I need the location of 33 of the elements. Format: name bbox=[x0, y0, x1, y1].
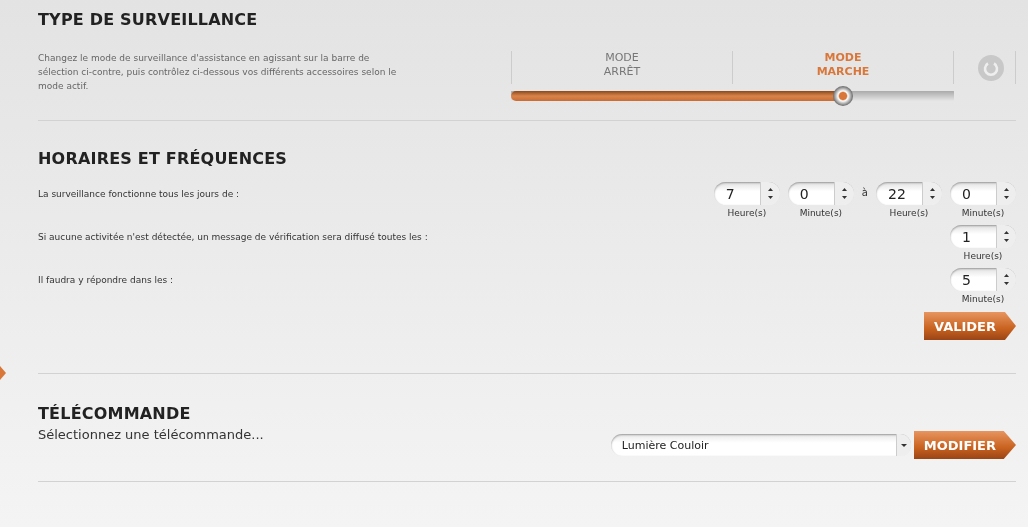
field-label: Il faudra y répondre dans les : bbox=[38, 275, 174, 285]
number-spinner[interactable]: 0 bbox=[950, 182, 1016, 205]
unit-label: Minute(s) bbox=[961, 208, 1005, 218]
unit-label: Heure(s) bbox=[963, 251, 1003, 261]
updown-arrows-icon[interactable] bbox=[922, 182, 942, 205]
updown-arrows-icon[interactable] bbox=[996, 182, 1016, 205]
modify-button[interactable]: MODIFIER bbox=[913, 431, 1016, 459]
number-spinner[interactable]: 7 bbox=[713, 182, 780, 205]
number-spinner[interactable]: 5 bbox=[950, 268, 1016, 291]
number-spinner[interactable]: 0 bbox=[787, 182, 854, 205]
updown-arrows-icon[interactable] bbox=[759, 182, 780, 205]
updown-arrows-icon[interactable] bbox=[833, 182, 854, 205]
mode-option[interactable]: MODE ARRÊT bbox=[603, 51, 641, 84]
section-title: TÉLÉCOMMANDE bbox=[38, 404, 192, 423]
number-spinner[interactable]: 22 bbox=[876, 182, 942, 205]
section-title: HORAIRES ET FRÉQUENCES bbox=[38, 149, 289, 168]
validate-button[interactable]: VALIDER bbox=[923, 312, 1016, 340]
arrow-icon bbox=[0, 366, 6, 380]
unit-label: Heure(s) bbox=[727, 208, 767, 218]
separator-text: à bbox=[861, 187, 868, 198]
prompt-text: Sélectionnez une télécommande... bbox=[38, 427, 264, 442]
section-title: TYPE DE SURVEILLANCE bbox=[38, 10, 259, 29]
unit-label: Minute(s) bbox=[961, 294, 1005, 304]
number-spinner[interactable]: 1 bbox=[950, 225, 1016, 248]
field-label: Si aucune activitée n'est détectée, un message de vérification sera diffusé toutes les : bbox=[38, 232, 428, 242]
unit-label: Heure(s) bbox=[889, 208, 929, 218]
field-label: La surveillance fonctionne tous les jours de : bbox=[38, 189, 240, 199]
slider-thumb[interactable] bbox=[833, 86, 854, 106]
remote-select[interactable]: Lumière Couloir bbox=[610, 434, 911, 456]
description: Changez le mode de surveillance d'assistance en agissant sur la barre de sélection ci-contre, puis contrôlez ci-dessous vos différents accessoires selon le mode actif. bbox=[38, 52, 398, 93]
caret-icon[interactable] bbox=[895, 434, 911, 456]
unit-label: Minute(s) bbox=[799, 208, 843, 218]
updown-arrows-icon[interactable] bbox=[996, 225, 1016, 248]
